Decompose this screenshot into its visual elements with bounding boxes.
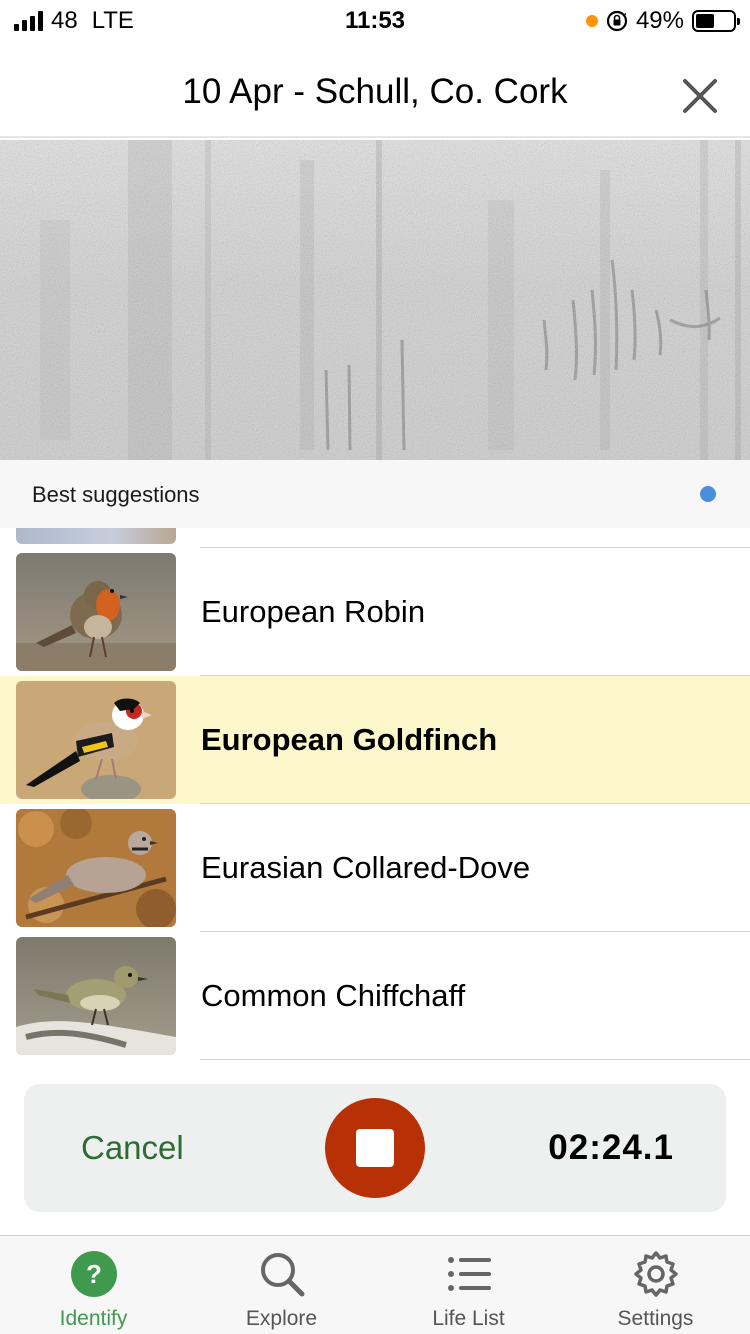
search-icon	[261, 1253, 305, 1297]
tab-label: Identify	[59, 1307, 128, 1330]
listening-indicator	[700, 486, 716, 502]
bird-photo-goldfinch	[16, 681, 176, 799]
list-item[interactable]: Eurasian Collared-Dove	[0, 804, 750, 932]
species-name: Common Chiffchaff	[201, 978, 466, 1013]
tab-life-list[interactable]: Life List	[375, 1236, 562, 1334]
tab-identify[interactable]: ? Identify	[0, 1236, 187, 1334]
recording-timer: 02:24.1	[548, 1128, 674, 1167]
species-name: Eurasian Collared-Dove	[201, 850, 531, 885]
list-item-selected[interactable]: European Goldfinch	[0, 676, 750, 804]
recording-panel: Cancel 02:24.1	[24, 1084, 726, 1212]
list-item[interactable]: Common Chiffchaff	[0, 932, 750, 1060]
navigation-header: 10 Apr - Schull, Co. Cork	[0, 42, 750, 138]
status-right: 49%	[585, 7, 740, 34]
tab-label: Life List	[432, 1307, 505, 1330]
page-title: 10 Apr - Schull, Co. Cork	[182, 72, 568, 111]
stop-recording-button[interactable]	[325, 1098, 425, 1198]
suggestions-header: Best suggestions	[0, 460, 750, 528]
close-icon[interactable]	[680, 76, 720, 116]
spectrogram[interactable]	[0, 140, 750, 460]
status-bar: 48 LTE 11:53 49%	[0, 0, 750, 42]
bird-photo	[16, 528, 176, 544]
tab-label: Explore	[245, 1307, 318, 1330]
stop-icon	[356, 1129, 394, 1167]
species-name: European Robin	[201, 594, 426, 629]
bird-photo-robin	[16, 553, 176, 671]
orientation-lock-icon	[606, 10, 628, 32]
list-item[interactable]: European Robin	[0, 548, 750, 676]
bird-photo-chiffchaff	[16, 937, 176, 1055]
cancel-button[interactable]: Cancel	[81, 1084, 184, 1212]
svg-text:?: ?	[86, 1259, 102, 1289]
question-icon: ?	[71, 1251, 117, 1297]
battery-percent: 49%	[635, 7, 684, 34]
mic-indicator-icon	[585, 15, 598, 27]
tab-bar: ? Identify Explore Life List Settings	[0, 1235, 750, 1334]
tab-settings[interactable]: Settings	[562, 1236, 749, 1334]
gear-icon	[634, 1251, 678, 1297]
bird-photo-collared-dove	[16, 809, 176, 927]
battery-icon	[692, 10, 740, 32]
tab-explore[interactable]: Explore	[188, 1236, 375, 1334]
list-item-partial[interactable]	[0, 528, 750, 548]
species-list[interactable]: European Robin European Goldfinch Eurasi…	[0, 528, 750, 1060]
list-icon	[448, 1257, 491, 1291]
species-name: European Goldfinch	[201, 722, 498, 757]
tab-label: Settings	[617, 1307, 694, 1330]
suggestions-title: Best suggestions	[32, 482, 200, 507]
